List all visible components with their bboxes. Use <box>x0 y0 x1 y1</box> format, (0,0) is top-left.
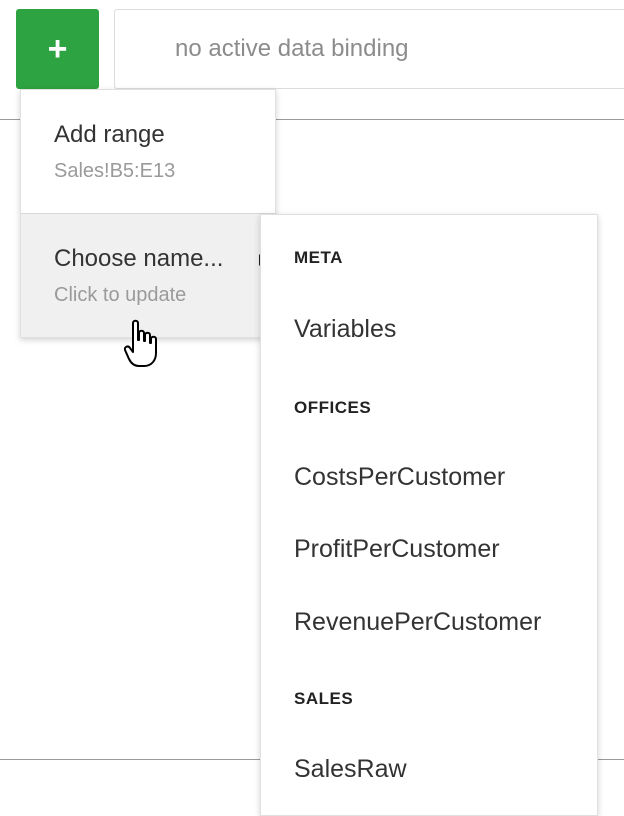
submenu-group-header: OFFICES <box>294 398 372 417</box>
menu-item-add-range[interactable]: Add range Sales!B5:E13 <box>21 90 275 213</box>
hand-pointer-icon <box>124 319 157 367</box>
menu-item-subtitle: Sales!B5:E13 <box>54 160 176 182</box>
submenu-item-salesraw[interactable]: SalesRaw <box>294 755 407 784</box>
plus-icon: + <box>47 30 68 68</box>
submenu-item-profitpercustomer[interactable]: ProfitPerCustomer <box>294 535 500 564</box>
menu-item-title: Add range <box>54 121 165 148</box>
binding-status-field[interactable]: no active data binding <box>114 9 624 89</box>
menu-item-title: Choose name... <box>54 245 224 272</box>
name-submenu: META Variables OFFICES CostsPerCustomer … <box>260 214 598 816</box>
submenu-item-revenuepercustomer[interactable]: RevenuePerCustomer <box>294 608 541 637</box>
add-binding-button[interactable]: + <box>16 9 99 89</box>
submenu-item-variables[interactable]: Variables <box>294 315 396 344</box>
submenu-item-costspercustomer[interactable]: CostsPerCustomer <box>294 463 505 492</box>
binding-status-text: no active data binding <box>175 35 409 62</box>
submenu-group-header: META <box>294 248 343 267</box>
add-binding-menu: Add range Sales!B5:E13 Choose name... Cl… <box>20 89 276 338</box>
menu-item-subtitle: Click to update <box>54 284 187 306</box>
submenu-group-header: SALES <box>294 689 354 708</box>
